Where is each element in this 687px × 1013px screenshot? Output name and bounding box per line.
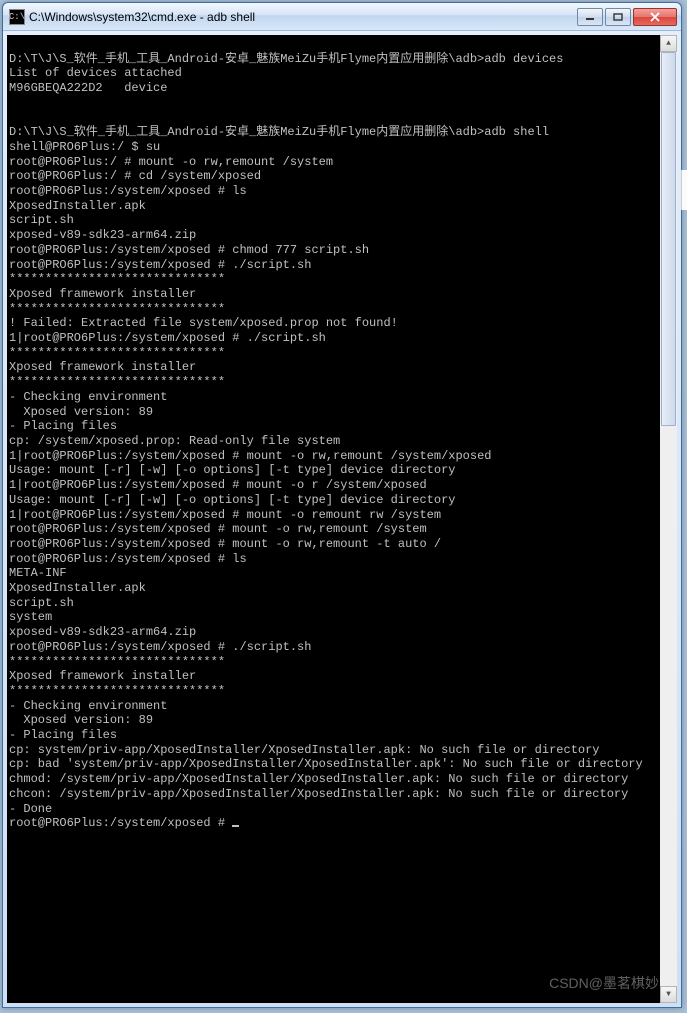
terminal-output[interactable]: D:\T\J\S_软件_手机_工具_Android-安卓_魅族MeiZu手机Fl…: [7, 35, 659, 1003]
scroll-up-button[interactable]: ▲: [660, 35, 677, 52]
cursor: [232, 825, 239, 827]
terminal-line: script.sh: [9, 213, 657, 228]
minimize-button[interactable]: [577, 8, 603, 26]
terminal-line: Xposed version: 89: [9, 405, 657, 420]
adjacent-window-edge: [681, 170, 687, 210]
terminal-line: XposedInstaller.apk: [9, 581, 657, 596]
terminal-line: cp: /system/xposed.prop: Read-only file …: [9, 434, 657, 449]
terminal-line: root@PRO6Plus:/system/xposed # ./script.…: [9, 640, 657, 655]
terminal-line: M96GBEQA222D2 device: [9, 81, 657, 96]
scroll-down-button[interactable]: ▼: [660, 986, 677, 1003]
close-button[interactable]: [633, 8, 677, 26]
terminal-line: shell@PRO6Plus:/ $ su: [9, 140, 657, 155]
terminal-line: ******************************: [9, 272, 657, 287]
terminal-line: XposedInstaller.apk: [9, 199, 657, 214]
terminal-line: 1|root@PRO6Plus:/system/xposed # mount -…: [9, 508, 657, 523]
terminal-line: - Placing files: [9, 419, 657, 434]
scroll-track[interactable]: [660, 52, 677, 986]
terminal-line: Xposed framework installer: [9, 287, 657, 302]
terminal-line: [9, 96, 657, 111]
terminal-line: 1|root@PRO6Plus:/system/xposed # mount -…: [9, 449, 657, 464]
terminal-line: ******************************: [9, 346, 657, 361]
terminal-line: Usage: mount [-r] [-w] [-o options] [-t …: [9, 463, 657, 478]
terminal-line: root@PRO6Plus:/system/xposed # ls: [9, 552, 657, 567]
terminal-line: - Done: [9, 802, 657, 817]
terminal-line: root@PRO6Plus:/system/xposed # chmod 777…: [9, 243, 657, 258]
terminal-line: Usage: mount [-r] [-w] [-o options] [-t …: [9, 493, 657, 508]
terminal-line: chcon: /system/priv-app/XposedInstaller/…: [9, 787, 657, 802]
vertical-scrollbar[interactable]: ▲ ▼: [660, 35, 677, 1003]
terminal-line: - Checking environment: [9, 699, 657, 714]
terminal-line: cp: bad 'system/priv-app/XposedInstaller…: [9, 757, 657, 772]
terminal-line: [9, 111, 657, 126]
terminal-line: META-INF: [9, 566, 657, 581]
terminal-line: root@PRO6Plus:/system/xposed # ls: [9, 184, 657, 199]
terminal-line: D:\T\J\S_软件_手机_工具_Android-安卓_魅族MeiZu手机Fl…: [9, 52, 657, 67]
terminal-line: script.sh: [9, 596, 657, 611]
terminal-line: xposed-v89-sdk23-arm64.zip: [9, 228, 657, 243]
terminal-line: List of devices attached: [9, 66, 657, 81]
app-icon: C:\: [9, 9, 25, 25]
terminal-line: D:\T\J\S_软件_手机_工具_Android-安卓_魅族MeiZu手机Fl…: [9, 125, 657, 140]
terminal-line: root@PRO6Plus:/system/xposed # ./script.…: [9, 258, 657, 273]
terminal-line: - Checking environment: [9, 390, 657, 405]
scroll-thumb[interactable]: [661, 52, 676, 426]
terminal-line: Xposed version: 89: [9, 713, 657, 728]
terminal-line: 1|root@PRO6Plus:/system/xposed # ./scrip…: [9, 331, 657, 346]
terminal-prompt[interactable]: root@PRO6Plus:/system/xposed #: [9, 816, 657, 831]
terminal-line: ******************************: [9, 655, 657, 670]
terminal-line: root@PRO6Plus:/ # cd /system/xposed: [9, 169, 657, 184]
titlebar[interactable]: C:\ C:\Windows\system32\cmd.exe - adb sh…: [3, 3, 681, 31]
window-title: C:\Windows\system32\cmd.exe - adb shell: [29, 10, 575, 24]
terminal-line: ******************************: [9, 684, 657, 699]
terminal-line: root@PRO6Plus:/system/xposed # mount -o …: [9, 522, 657, 537]
terminal-line: chmod: /system/priv-app/XposedInstaller/…: [9, 772, 657, 787]
terminal-line: [9, 37, 657, 52]
terminal-line: cp: system/priv-app/XposedInstaller/Xpos…: [9, 743, 657, 758]
cmd-window: C:\ C:\Windows\system32\cmd.exe - adb sh…: [2, 2, 682, 1008]
terminal-line: root@PRO6Plus:/ # mount -o rw,remount /s…: [9, 155, 657, 170]
terminal-line: xposed-v89-sdk23-arm64.zip: [9, 625, 657, 640]
terminal-line: root@PRO6Plus:/system/xposed # mount -o …: [9, 537, 657, 552]
maximize-button[interactable]: [605, 8, 631, 26]
terminal-line: 1|root@PRO6Plus:/system/xposed # mount -…: [9, 478, 657, 493]
terminal-line: ******************************: [9, 302, 657, 317]
terminal-line: - Placing files: [9, 728, 657, 743]
terminal-line: Xposed framework installer: [9, 669, 657, 684]
terminal-line: ******************************: [9, 375, 657, 390]
terminal-line: system: [9, 610, 657, 625]
window-controls: [575, 8, 677, 26]
terminal-line: ! Failed: Extracted file system/xposed.p…: [9, 316, 657, 331]
client-area: D:\T\J\S_软件_手机_工具_Android-安卓_魅族MeiZu手机Fl…: [7, 35, 677, 1003]
terminal-line: Xposed framework installer: [9, 360, 657, 375]
